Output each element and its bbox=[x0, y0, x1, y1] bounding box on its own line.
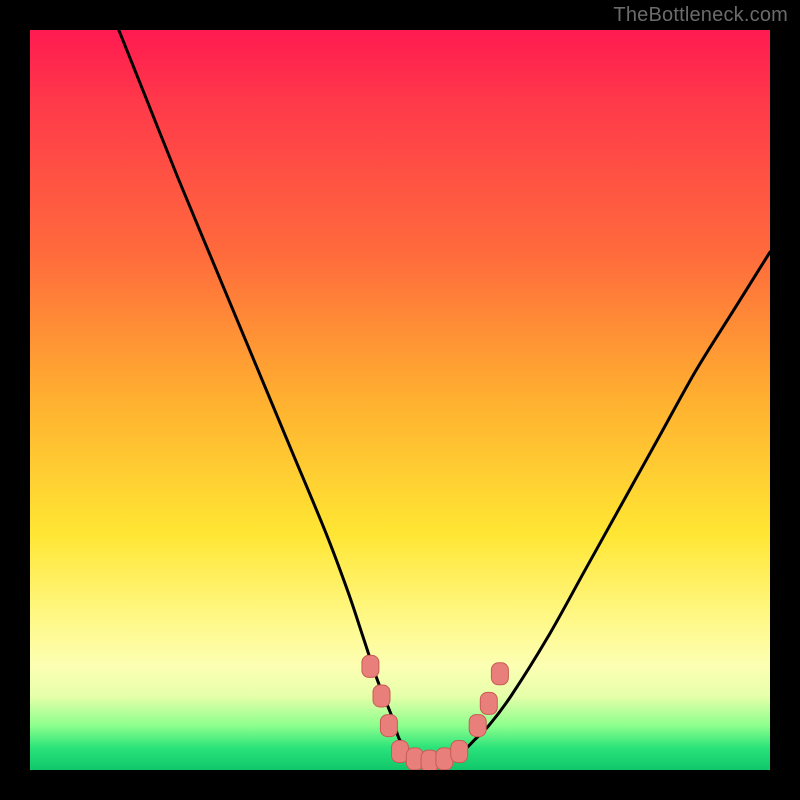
curve-marker bbox=[373, 685, 390, 707]
chart-svg bbox=[30, 30, 770, 770]
curve-marker bbox=[380, 715, 397, 737]
curve-marker bbox=[451, 741, 468, 763]
curve-marker bbox=[480, 692, 497, 714]
plot-area bbox=[30, 30, 770, 770]
attribution-label: TheBottleneck.com bbox=[613, 4, 788, 27]
marker-group bbox=[362, 655, 509, 770]
curve-marker bbox=[362, 655, 379, 677]
curve-marker bbox=[491, 663, 508, 685]
curve-marker bbox=[469, 715, 486, 737]
bottleneck-curve bbox=[119, 30, 770, 764]
curve-group bbox=[119, 30, 770, 764]
chart-frame: TheBottleneck.com bbox=[0, 0, 800, 800]
